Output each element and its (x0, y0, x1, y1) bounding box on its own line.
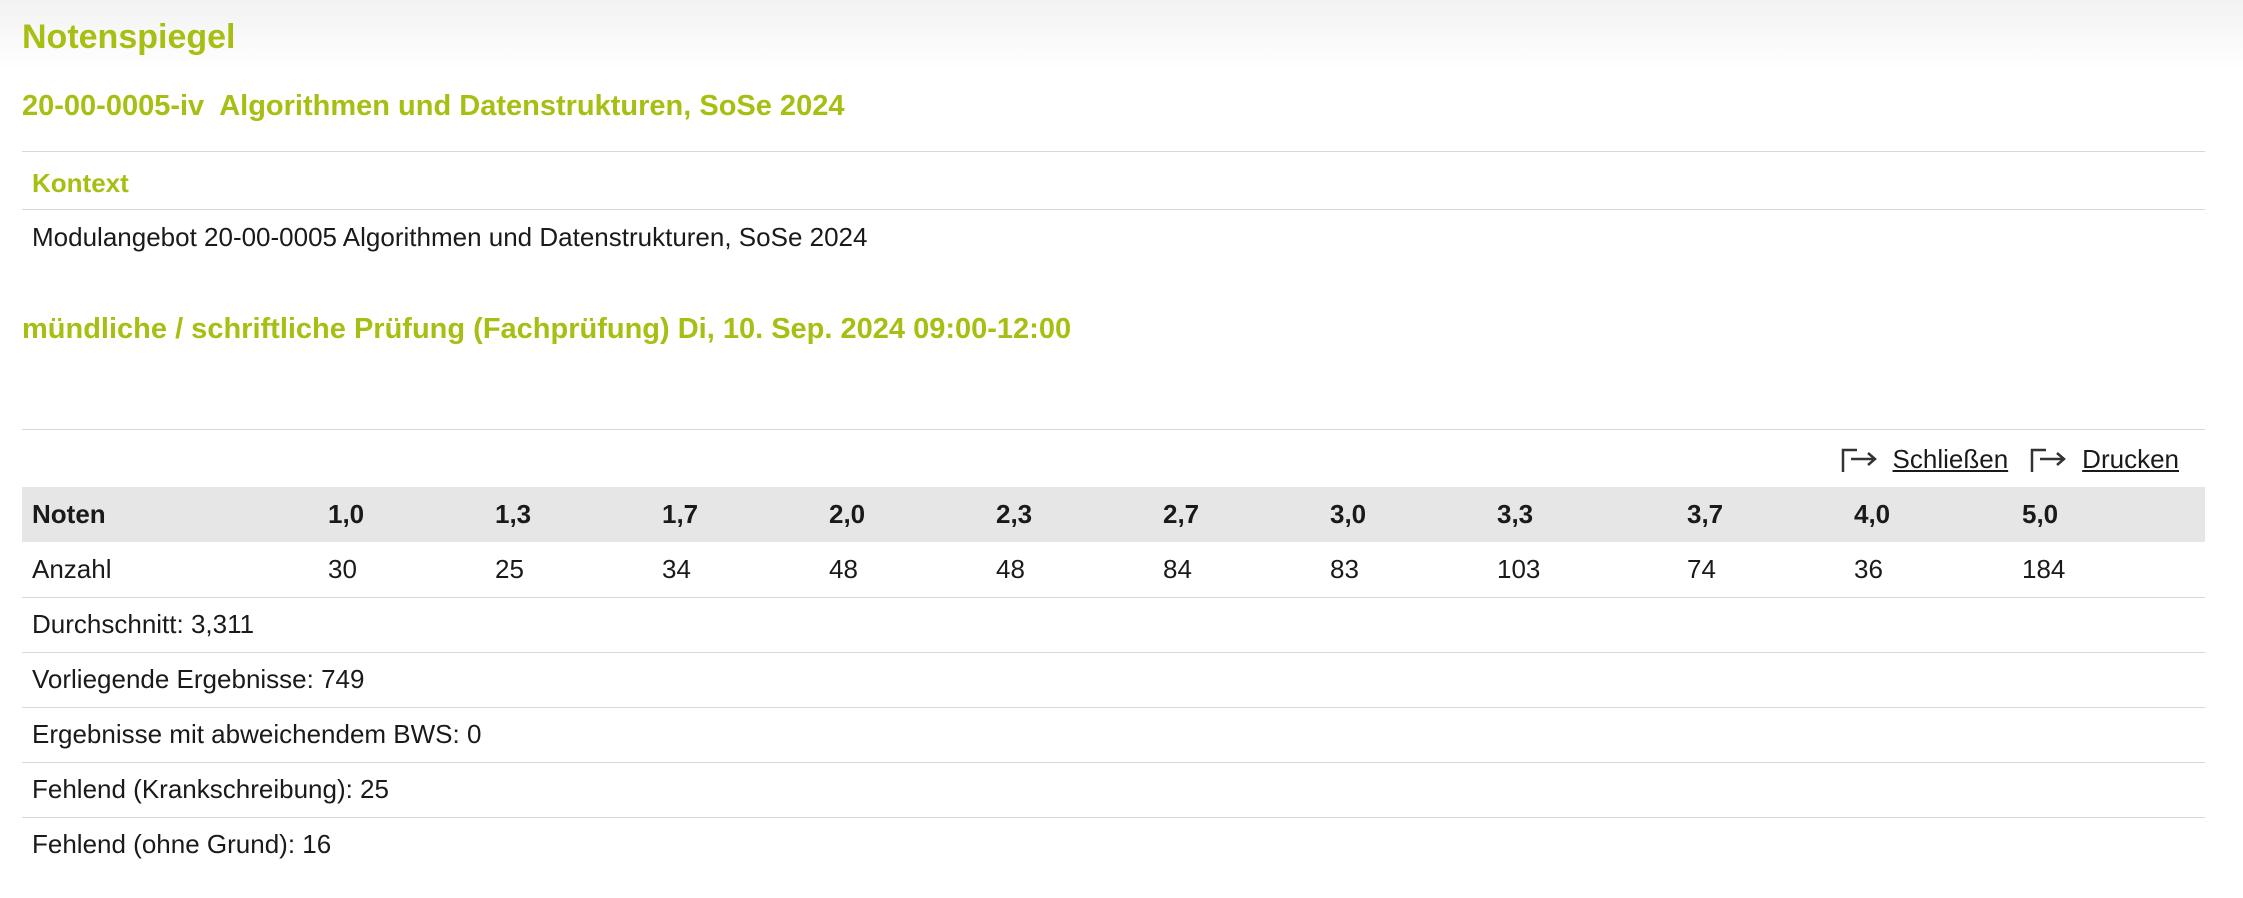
close-label: Schließen (1892, 444, 2009, 474)
action-bar: Schließen Drucken (1841, 444, 2179, 475)
count-cell: 30 (328, 554, 357, 584)
arrow-right-bracket-icon (2030, 446, 2068, 474)
count-cell: 103 (1497, 554, 1541, 584)
close-link[interactable]: Schließen (1841, 444, 2009, 475)
grade-header-cell: 5,0 (2022, 499, 2059, 529)
grade-header-cell: 3,7 (1687, 499, 1724, 529)
grade-header-cell: 3,0 (1330, 499, 1367, 529)
top-shade (0, 0, 2243, 70)
counts-row-label: Anzahl (32, 554, 112, 584)
context-value: Modulangebot 20-00-0005 Algorithmen und … (32, 222, 868, 252)
count-cell: 25 (495, 554, 524, 584)
count-cell: 83 (1330, 554, 1359, 584)
missing-no-reason-stat: Fehlend (ohne Grund): 16 (32, 829, 332, 859)
course-title: 20-00-0005-iv Algorithmen und Datenstruk… (22, 90, 845, 122)
grades-header-row: Noten 1,0 1,3 1,7 2,0 2,3 2,7 3,0 3,3 3,… (22, 487, 2205, 542)
grade-header-cell: 2,7 (1163, 499, 1200, 529)
grade-header-cell: 1,0 (328, 499, 365, 529)
deviating-bws-stat: Ergebnisse mit abweichendem BWS: 0 (32, 719, 482, 749)
divider (22, 151, 2205, 152)
count-cell: 48 (996, 554, 1025, 584)
grade-header-cell: 2,0 (829, 499, 866, 529)
grades-row-label: Noten (32, 499, 106, 529)
exam-title: mündliche / schriftliche Prüfung (Fachpr… (22, 313, 1072, 345)
context-heading: Kontext (32, 168, 129, 198)
divider (22, 817, 2205, 818)
count-cell: 36 (1854, 554, 1883, 584)
print-label: Drucken (2082, 444, 2179, 474)
arrow-right-bracket-icon (1841, 446, 1879, 474)
divider (22, 429, 2205, 430)
divider (22, 597, 2205, 598)
count-cell: 184 (2022, 554, 2066, 584)
grade-header-cell: 1,3 (495, 499, 532, 529)
page-title: Notenspiegel (22, 18, 236, 56)
counts-row: Anzahl 30 25 34 48 48 84 83 103 74 36 18… (22, 542, 2205, 597)
grade-header-cell: 1,7 (662, 499, 699, 529)
count-cell: 48 (829, 554, 858, 584)
divider (22, 209, 2205, 210)
count-cell: 74 (1687, 554, 1716, 584)
grade-header-cell: 4,0 (1854, 499, 1891, 529)
print-link[interactable]: Drucken (2030, 444, 2179, 475)
average-stat: Durchschnitt: 3,311 (32, 609, 255, 639)
count-cell: 34 (662, 554, 691, 584)
count-cell: 84 (1163, 554, 1192, 584)
grade-header-cell: 2,3 (996, 499, 1033, 529)
grade-header-cell: 3,3 (1497, 499, 1534, 529)
results-stat: Vorliegende Ergebnisse: 749 (32, 664, 365, 694)
missing-sick-stat: Fehlend (Krankschreibung): 25 (32, 774, 389, 804)
